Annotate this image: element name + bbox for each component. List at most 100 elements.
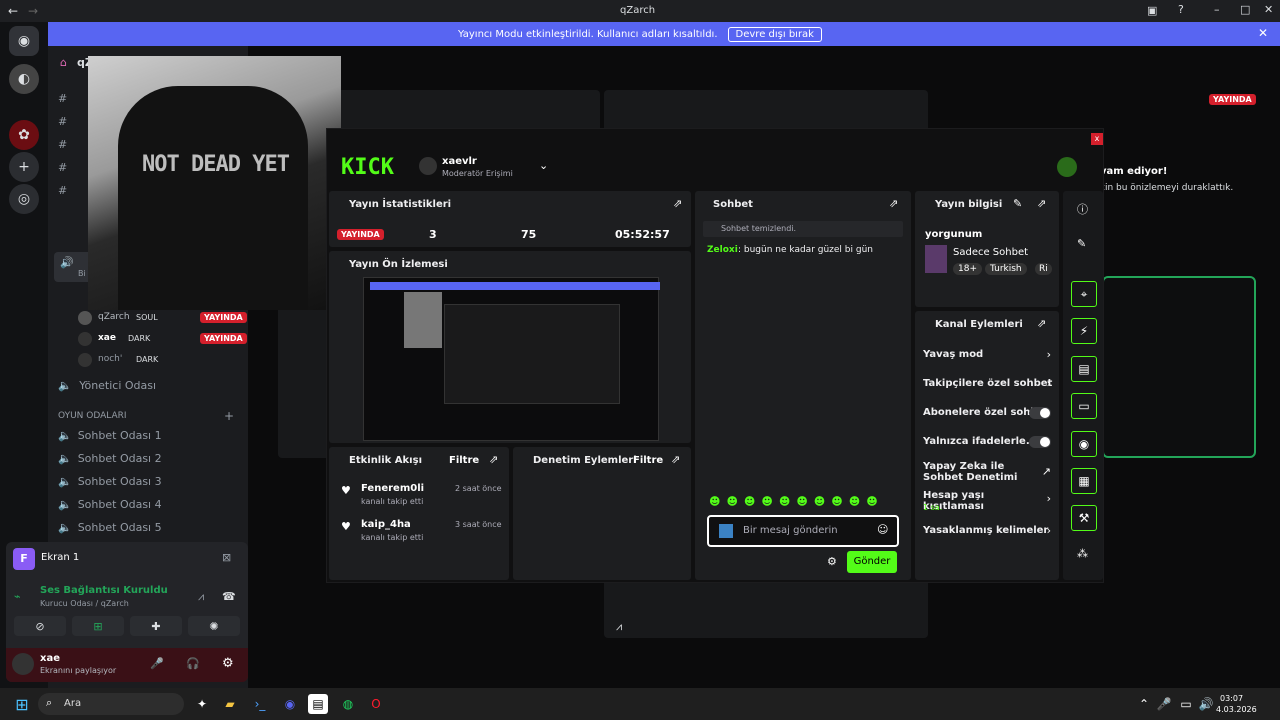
close-screen-icon[interactable]: ⊠ [222,551,231,564]
document-icon[interactable]: ▤ [1071,356,1097,382]
action-subscribers-only[interactable]: Abonelere özel sohbet [915,407,1059,427]
lightning-icon[interactable]: ⚡ [1071,318,1097,344]
activity-user[interactable]: Fenerem0li [361,483,424,494]
tag[interactable]: Ri [1035,263,1052,275]
disconnect-icon[interactable]: ☎ [222,590,236,603]
chat-settings-icon[interactable]: ⚙ [827,555,837,568]
category-name[interactable]: Sadece Sohbet [953,247,1028,258]
kick-logo[interactable]: KICK [341,155,394,180]
settings-gear-icon[interactable]: ⚙ [222,656,234,671]
opera-icon[interactable]: O [366,694,386,714]
tag[interactable]: Turkish [985,263,1027,275]
popout-icon[interactable]: ⇗ [489,453,498,466]
voice-user[interactable]: xae DARK YAYINDA [78,331,247,349]
popout-icon[interactable]: ⇗ [1037,317,1046,330]
activities-button[interactable]: ✚ [130,616,182,636]
hash-icon[interactable]: # [58,138,67,151]
avatar[interactable] [12,653,34,675]
discord-home-icon[interactable]: ◉ [9,26,39,56]
toggle-switch[interactable] [1029,407,1051,419]
close-window-icon[interactable]: ✕ [1264,3,1273,16]
voice-channel[interactable]: 🔈 Sohbet Odası 2 [58,452,238,468]
voice-channel[interactable]: 🔈 Sohbet Odası 4 [58,498,238,514]
voice-channel[interactable]: 🔈 Sohbet Odası 3 [58,475,238,491]
action-account-age[interactable]: Hesap yaşı kısıtlaması 1 sa. › [915,490,1059,516]
app-icon[interactable]: ✦ [192,694,212,714]
document-app-icon[interactable]: ▤ [308,694,328,714]
network-icon[interactable]: ▭ [1176,694,1196,714]
voice-channel[interactable]: 🔈 Sohbet Odası 5 [58,521,238,537]
emoji-icon[interactable]: ☺ [877,523,888,536]
apps-icon[interactable]: ⁂ [1077,547,1088,560]
close-banner-icon[interactable]: ✕ [1258,26,1268,40]
popout-icon[interactable]: ⇗ [1037,197,1046,210]
action-ai-moderation[interactable]: Yapay Zeka ile Sohbet Denetimi ↗ [915,461,1059,487]
add-server-icon[interactable]: + [9,152,39,182]
discover-icon[interactable]: ◎ [9,184,39,214]
wrench-icon[interactable]: ⚒ [1071,505,1097,531]
hash-icon[interactable]: # [58,92,67,105]
category-header[interactable]: OYUN ODALARI + [58,409,238,423]
help-icon[interactable]: ? [1178,3,1184,16]
mic-tray-icon[interactable]: 🎤 [1154,694,1174,714]
chat-bubble-icon[interactable]: ▭ [1071,393,1097,419]
soundboard-button[interactable]: ✺ [188,616,240,636]
voice-user[interactable]: qZarch SOUL YAYINDA [78,310,247,328]
activity-user[interactable]: kaip_4ha [361,519,411,530]
headphones-icon[interactable]: 🎧 [186,657,200,670]
server-icon-red[interactable]: ✿ [9,120,39,150]
add-channel-icon[interactable]: + [224,409,234,423]
mute-stream-icon[interactable]: ⩘ [616,620,622,634]
hash-icon[interactable]: # [58,184,67,197]
broadcast-icon[interactable]: ◉ [1071,431,1097,457]
terminal-icon[interactable]: ›_ [250,694,270,714]
active-stream-tile[interactable] [1102,276,1256,458]
chevron-up-icon[interactable]: ⌃ [1134,694,1154,714]
chat-input[interactable]: Bir mesaj gönderin ☺ [707,515,899,547]
tag[interactable]: 18+ [953,263,982,275]
discord-icon[interactable]: ◉ [280,694,300,714]
camera-button[interactable]: ⊘ [14,616,66,636]
minimize-icon[interactable]: – [1214,3,1220,16]
voice-user[interactable]: noch' DARK [78,352,244,370]
folder-icon[interactable]: ▰ [220,694,240,714]
chevron-down-icon[interactable]: ⌄ [539,159,548,172]
noise-suppression-icon[interactable]: ⩘ [198,590,204,604]
info-icon[interactable]: ⓘ [1077,201,1088,217]
emote-bar[interactable]: ☻☻☻☻☻☻☻☻☻☻ [709,495,899,509]
search-box[interactable]: ⌕ Ara [38,693,184,715]
hash-icon[interactable]: # [58,161,67,174]
send-button[interactable]: Gönder [847,551,897,573]
hash-icon[interactable]: # [58,115,67,128]
popout-icon[interactable]: ⇗ [889,197,898,210]
layout-icon[interactable]: ▦ [1071,468,1097,494]
forward-arrow-icon[interactable]: → [28,4,38,18]
chat-user[interactable]: Zeloxi [707,245,738,255]
popout-icon[interactable]: ⇗ [673,197,682,210]
maximize-icon[interactable]: □ [1240,3,1250,16]
action-emotes-only[interactable]: Yalnızca ifadelerle... [915,436,1059,456]
filter-button[interactable]: Filtre [633,455,663,466]
microphone-icon[interactable]: 🎤 [150,657,164,670]
pencil-icon[interactable]: ✎ [1077,237,1086,250]
edit-icon[interactable]: ✎ [1013,197,1022,210]
share-screen-button[interactable]: ⊞ [72,616,124,636]
action-slow-mode[interactable]: Yavaş mod › [915,348,1059,369]
server-icon-qzarch[interactable]: ◐ [9,64,39,94]
windows-start-icon[interactable]: ⊞ [12,694,32,714]
disable-button[interactable]: Devre dışı bırak [727,26,822,42]
connection-status[interactable]: Ses Bağlantısı Kuruldu [40,585,168,596]
toggle-switch[interactable] [1029,436,1051,448]
spotify-icon[interactable]: ◍ [338,694,358,714]
filter-button[interactable]: Filtre [449,455,479,466]
back-arrow-icon[interactable]: ← [8,4,18,18]
action-followers-only[interactable]: Takipçilere özel sohbet › [915,377,1059,398]
focus-icon[interactable]: ⌖ [1071,281,1097,307]
inbox-icon[interactable]: ▣ [1147,4,1157,17]
action-banned-words[interactable]: Yasaklanmış kelimeler › [915,524,1059,545]
clock-date[interactable]: 4.03.2026 [1216,705,1257,714]
profile-avatar[interactable] [1057,157,1077,177]
clock-time[interactable]: 03:07 [1220,694,1243,703]
stream-preview[interactable] [363,277,660,441]
voice-channel[interactable]: 🔈 Yönetici Odası [58,379,238,395]
